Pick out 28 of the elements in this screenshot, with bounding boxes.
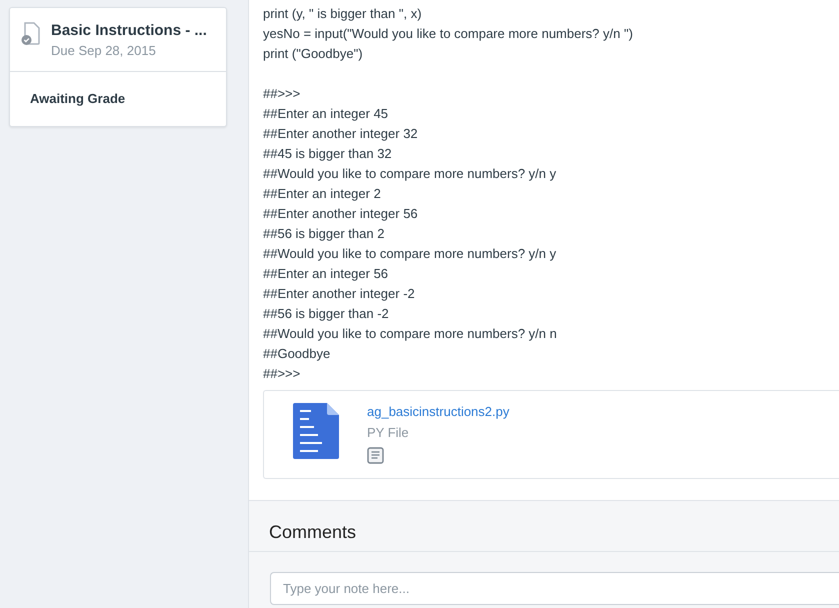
code-line: ##56 is bigger than -2: [263, 305, 390, 323]
file-link[interactable]: ag_basicinstructions2.py: [367, 403, 510, 421]
code-line: print ("Goodbye"): [263, 45, 364, 63]
code-line: ##>>>: [263, 365, 302, 383]
code-line: ##56 is bigger than 2: [263, 225, 386, 243]
code-line: ##Enter an integer 56: [263, 265, 390, 283]
code-line: ##Enter another integer 32: [263, 125, 419, 143]
code-line: ##Would you like to compare more numbers? y/n y: [263, 165, 558, 183]
code-line: ##Enter an integer 45: [263, 105, 390, 123]
assignment-title[interactable]: Basic Instructions - ...: [51, 22, 207, 40]
code-line: yesNo = input("Would you like to compare more numbers? y/n "): [263, 25, 634, 43]
code-line: ##Enter another integer -2: [263, 285, 416, 303]
document-icon: [293, 403, 339, 459]
grade-status: Awaiting Grade: [29, 90, 126, 108]
assignment-card[interactable]: Basic Instructions - ... Due Sep 28, 2015 Awaiting Grade: [9, 7, 227, 126]
code-line: ##Enter an integer 2: [263, 185, 382, 203]
comments-heading: Comments: [249, 501, 839, 552]
code-line: ##45 is bigger than 32: [263, 145, 393, 163]
code-line: ##Goodbye: [263, 345, 332, 363]
comment-input[interactable]: Type your note here...: [270, 572, 839, 605]
code-line: ##Would you like to compare more numbers? y/n y: [263, 245, 558, 263]
due-date: Due Sep 28, 2015: [51, 42, 157, 60]
preview-icon[interactable]: [367, 447, 384, 464]
code-line: print (y, " is bigger than ", x): [263, 5, 423, 23]
code-line: ##Would you like to compare more numbers? y/n n: [263, 325, 558, 343]
file-type: PY File: [367, 424, 410, 442]
code-line: ##>>>: [263, 85, 302, 103]
code-line: ##Enter another integer 56: [263, 205, 419, 223]
